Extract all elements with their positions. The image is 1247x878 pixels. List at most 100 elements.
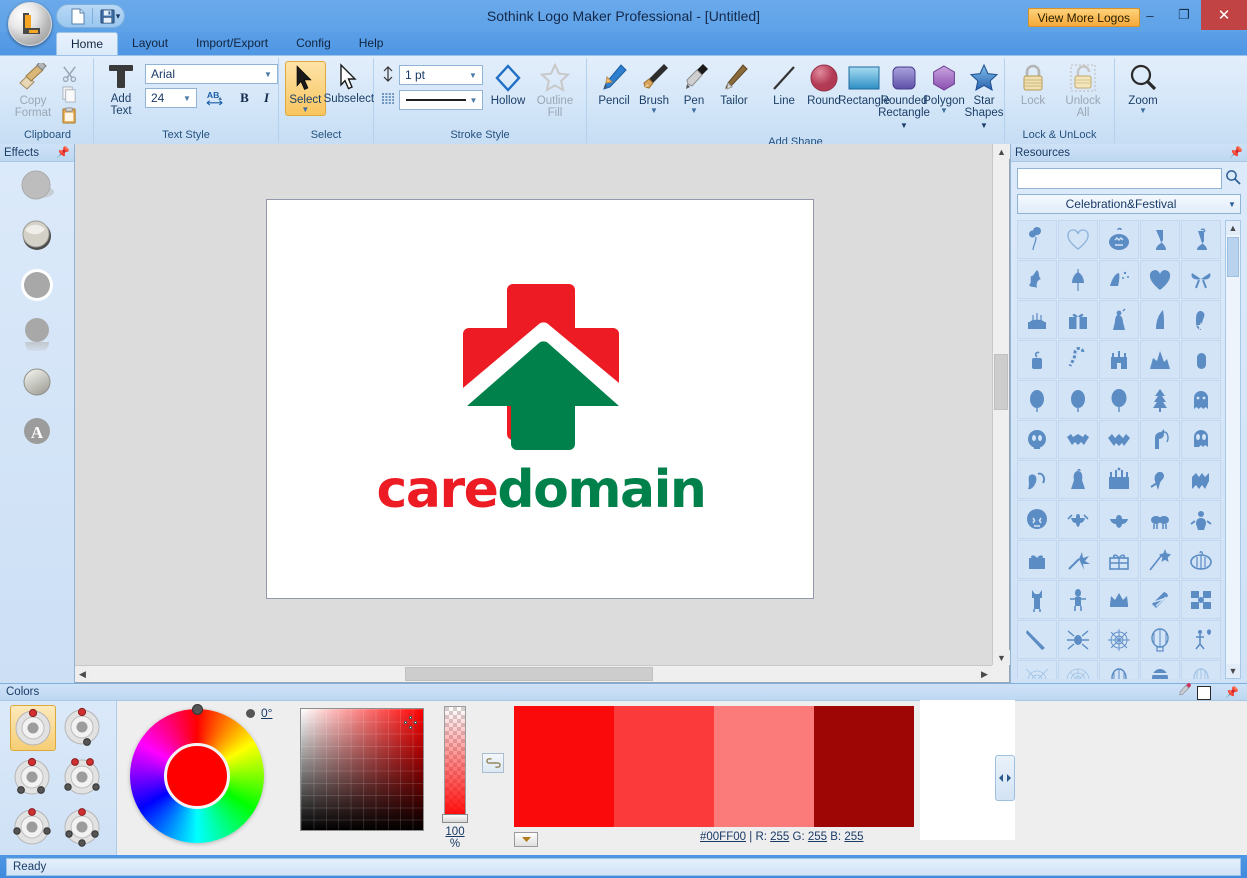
- resource-item[interactable]: [1058, 300, 1098, 339]
- scroll-left-arrow[interactable]: ◀: [75, 666, 90, 682]
- shade-swatch-2[interactable]: [614, 706, 714, 827]
- scroll-right-arrow[interactable]: ▶: [977, 666, 992, 682]
- sv-cursor[interactable]: [404, 716, 417, 729]
- resource-item[interactable]: [1099, 460, 1139, 499]
- angle-value[interactable]: 0°: [261, 706, 272, 720]
- shades-dropdown-button[interactable]: [514, 832, 538, 847]
- maximize-button[interactable]: ❐: [1167, 0, 1201, 30]
- resource-item[interactable]: [1058, 460, 1098, 499]
- resource-item[interactable]: [1099, 580, 1139, 619]
- resource-item[interactable]: [1181, 220, 1221, 259]
- resource-item[interactable]: [1181, 340, 1221, 379]
- vertical-scroll-thumb[interactable]: [994, 354, 1008, 410]
- resource-item[interactable]: [1017, 500, 1057, 539]
- resource-item[interactable]: [1181, 580, 1221, 619]
- minimize-button[interactable]: –: [1133, 0, 1167, 30]
- resource-item[interactable]: [1140, 620, 1180, 659]
- resource-item[interactable]: [1058, 380, 1098, 419]
- alpha-slider[interactable]: [444, 706, 466, 822]
- chevron-down-icon[interactable]: ▼: [301, 107, 309, 113]
- reflection-effect[interactable]: [15, 317, 59, 351]
- pencil-tool-button[interactable]: Pencil: [594, 61, 634, 109]
- pin-icon[interactable]: 📌: [1225, 685, 1239, 702]
- resource-item[interactable]: [1017, 460, 1057, 499]
- color-hex-value[interactable]: #00FF00: [700, 831, 746, 843]
- glow-effect[interactable]: [15, 268, 59, 302]
- paste-button[interactable]: [59, 105, 80, 125]
- resources-scroll-down-arrow[interactable]: ▼: [1226, 664, 1240, 678]
- text-effect[interactable]: A: [15, 415, 59, 449]
- resources-search-input[interactable]: [1017, 168, 1222, 189]
- pin-icon[interactable]: 📌: [56, 144, 70, 162]
- tab-layout[interactable]: Layout: [118, 32, 182, 55]
- chevron-down-icon[interactable]: ▼: [650, 108, 658, 114]
- canvas-vertical-scrollbar[interactable]: ▲ ▼: [992, 144, 1009, 665]
- resource-item[interactable]: [1099, 500, 1139, 539]
- resource-item[interactable]: [1099, 300, 1139, 339]
- copy-button[interactable]: [59, 84, 80, 104]
- resource-item[interactable]: [1140, 580, 1180, 619]
- lock-button[interactable]: Lock: [1011, 61, 1055, 109]
- resource-item[interactable]: [1099, 220, 1139, 259]
- line-tool-button[interactable]: Line: [764, 61, 804, 109]
- resource-item[interactable]: [1099, 260, 1139, 299]
- resource-item[interactable]: [1140, 340, 1180, 379]
- four-point-gradient-option[interactable]: [10, 805, 56, 851]
- resource-item[interactable]: [1017, 340, 1057, 379]
- resource-item[interactable]: [1140, 500, 1180, 539]
- scroll-down-arrow[interactable]: ▼: [993, 650, 1010, 665]
- color-b-value[interactable]: 255: [844, 831, 863, 843]
- resource-item[interactable]: [1140, 300, 1180, 339]
- saturation-value-box[interactable]: [300, 708, 424, 831]
- multi-point-gradient-option[interactable]: [60, 805, 106, 851]
- stroke-width-combo[interactable]: 1 pt ▼: [399, 65, 483, 85]
- design-page[interactable]: caredomain: [266, 199, 814, 599]
- resource-item[interactable]: [1058, 340, 1098, 379]
- resources-scroll-thumb[interactable]: [1227, 237, 1239, 277]
- application-menu-orb[interactable]: [8, 2, 52, 46]
- close-button[interactable]: ✕: [1201, 0, 1247, 30]
- scroll-up-arrow[interactable]: ▲: [993, 144, 1010, 159]
- rounded-rectangle-tool-button[interactable]: RoundedRectangle ▼: [884, 61, 924, 134]
- resource-item[interactable]: [1181, 380, 1221, 419]
- resource-item[interactable]: [1181, 540, 1221, 579]
- shade-swatch-1[interactable]: [514, 706, 614, 827]
- logo-cross-arrow-icon[interactable]: [441, 280, 641, 458]
- new-document-icon[interactable]: [67, 6, 88, 26]
- letter-spacing-button[interactable]: AB: [200, 88, 232, 108]
- chevron-down-icon[interactable]: ▼: [1139, 108, 1147, 114]
- resource-item[interactable]: [1017, 660, 1057, 679]
- bevel-effect[interactable]: [15, 219, 59, 253]
- resource-item[interactable]: [1099, 420, 1139, 459]
- shade-swatch-3[interactable]: [714, 706, 814, 827]
- pen-tool-button[interactable]: Pen ▼: [674, 61, 714, 116]
- eyedropper-icon[interactable]: [1178, 682, 1193, 703]
- radial-gradient-fill-option[interactable]: [10, 755, 56, 801]
- resource-item[interactable]: [1058, 620, 1098, 659]
- tab-config[interactable]: Config: [282, 32, 345, 55]
- resources-category-select[interactable]: Celebration&Festival ▼: [1017, 194, 1241, 214]
- bold-button[interactable]: B: [235, 88, 254, 108]
- cut-button[interactable]: [59, 63, 80, 83]
- chevron-down-icon[interactable]: ▼: [940, 108, 948, 114]
- unlock-all-button[interactable]: UnlockAll: [1058, 61, 1108, 121]
- linear-gradient-fill-option[interactable]: [60, 705, 106, 751]
- resource-item[interactable]: [1017, 300, 1057, 339]
- resource-item[interactable]: [1017, 620, 1057, 659]
- resources-vertical-scrollbar[interactable]: ▲ ▼: [1225, 220, 1241, 679]
- resource-item[interactable]: [1099, 660, 1139, 679]
- resource-item[interactable]: [1058, 660, 1098, 679]
- resource-item[interactable]: [1140, 420, 1180, 459]
- resource-item[interactable]: [1140, 460, 1180, 499]
- resource-item[interactable]: [1058, 420, 1098, 459]
- brush-tool-button[interactable]: Brush ▼: [634, 61, 674, 116]
- tab-import-export[interactable]: Import/Export: [182, 32, 282, 55]
- resource-item[interactable]: [1017, 420, 1057, 459]
- search-icon[interactable]: [1225, 169, 1241, 188]
- resources-scroll-up-arrow[interactable]: ▲: [1226, 221, 1240, 235]
- logo-artwork[interactable]: caredomain: [267, 200, 815, 600]
- resource-item[interactable]: [1181, 300, 1221, 339]
- resource-item[interactable]: [1017, 380, 1057, 419]
- horizontal-scroll-thumb[interactable]: [405, 667, 653, 681]
- resource-item[interactable]: [1181, 660, 1221, 679]
